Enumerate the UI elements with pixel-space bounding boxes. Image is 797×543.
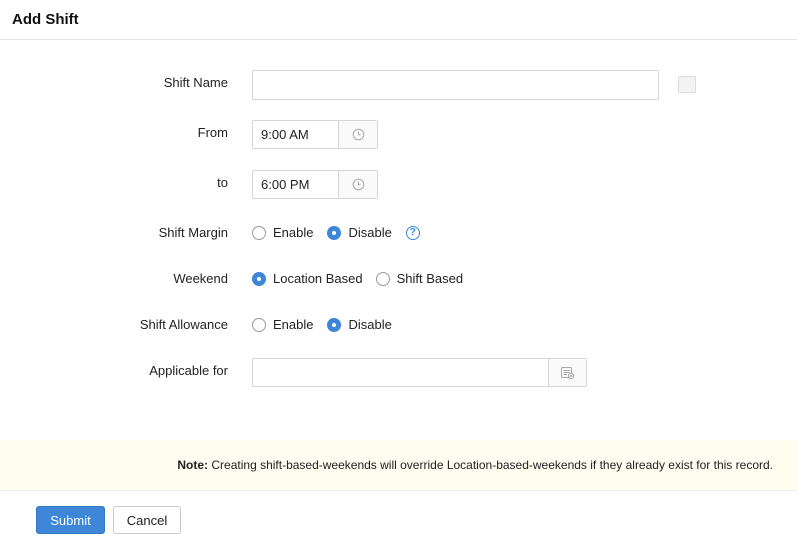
weekend-label: Weekend [173,271,228,286]
clock-icon [352,178,364,191]
from-label: From [197,125,228,140]
submit-button[interactable]: Submit [36,506,105,534]
applicable-for-input[interactable] [253,359,549,386]
weekend-location-based-label: Location Based [273,271,363,286]
shift-allowance-enable-radio[interactable] [252,317,266,332]
page-header: Add Shift [0,0,797,40]
shift-allowance-enable-option[interactable]: Enable [252,317,313,332]
shift-allowance-disable-radio[interactable] [327,317,342,332]
weekend-shift-based-radio[interactable] [375,271,390,286]
weekend-shift-based-option[interactable]: Shift Based [375,271,464,286]
to-time-field[interactable]: 6:00 PM [252,170,378,199]
to-label: to [217,175,228,190]
weekend-radio-group: Location Based Shift Based [252,271,463,286]
shift-margin-enable-option[interactable]: Enable [252,225,313,240]
note-text: Note: Creating shift-based-weekends will… [177,458,773,472]
shift-margin-disable-label: Disable [348,225,392,240]
applicable-for-label: Applicable for [149,363,228,378]
applicable-for-picker-button[interactable] [549,359,586,386]
note-prefix: Note: [177,458,209,472]
shift-allowance-disable-option[interactable]: Disable [327,317,392,332]
weekend-location-based-option[interactable]: Location Based [252,271,363,286]
shift-allowance-disable-label: Disable [348,317,392,332]
shift-margin-enable-radio[interactable] [252,225,266,240]
question-icon[interactable]: ? [405,225,420,240]
note-message: Creating shift-based-weekends will overr… [208,458,773,472]
shift-margin-label: Shift Margin [158,225,228,240]
color-picker-box[interactable] [678,76,696,93]
shift-name-input[interactable] [252,70,659,100]
weekend-location-based-radio[interactable] [252,271,266,286]
weekend-shift-based-label: Shift Based [396,271,464,286]
to-time-picker-button[interactable] [339,171,377,198]
shift-allowance-enable-label: Enable [273,317,314,332]
from-time-value[interactable]: 9:00 AM [253,121,339,148]
shift-margin-enable-label: Enable [273,225,314,240]
clock-icon [352,128,364,141]
to-time-value[interactable]: 6:00 PM [253,171,339,198]
shift-allowance-radio-group: Enable Disable [252,317,392,332]
note-banner: Note: Creating shift-based-weekends will… [0,440,797,491]
shift-margin-radio-group: Enable Disable ? [252,225,420,240]
page-title: Add Shift [12,11,79,28]
shift-margin-disable-option[interactable]: Disable [327,225,392,240]
list-picker-icon [561,366,575,379]
shift-margin-disable-radio[interactable] [327,225,342,240]
from-time-picker-button[interactable] [339,121,377,148]
from-time-field[interactable]: 9:00 AM [252,120,378,149]
shift-name-label: Shift Name [163,75,228,90]
cancel-button[interactable]: Cancel [113,506,181,534]
shift-allowance-label: Shift Allowance [139,317,228,332]
applicable-for-field[interactable] [252,358,587,387]
